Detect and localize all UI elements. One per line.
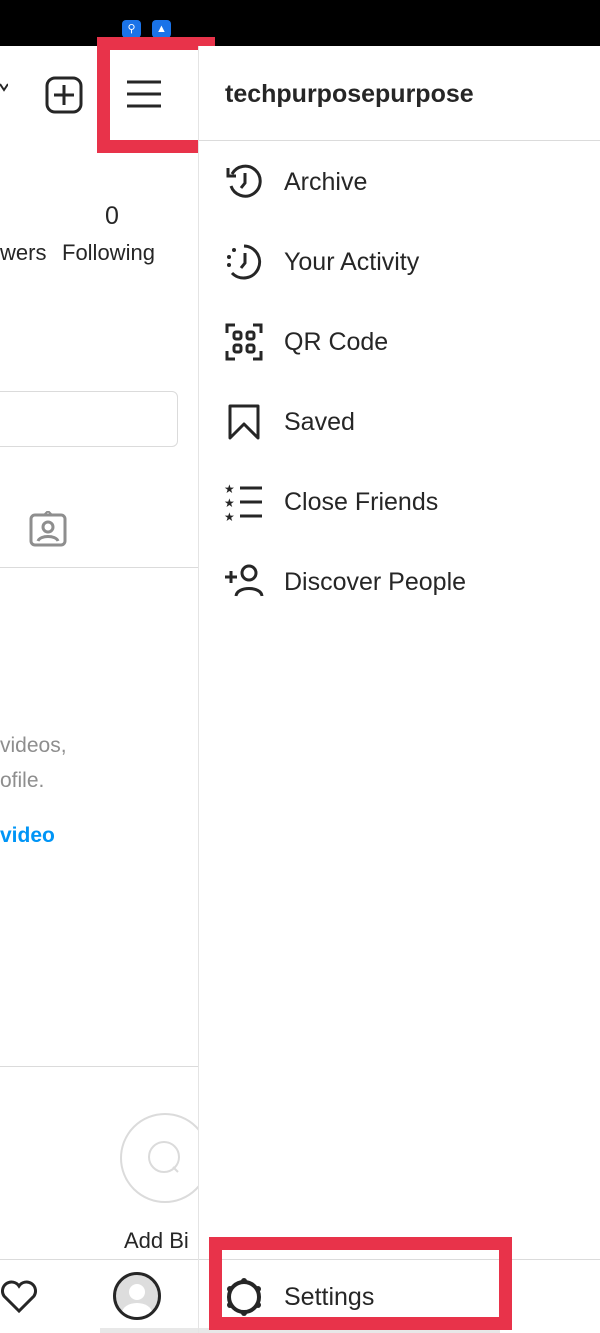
menu-item-label: Your Activity	[284, 247, 420, 276]
add-person-icon	[225, 564, 264, 597]
menu-item-your-activity[interactable]: Your Activity	[210, 227, 600, 297]
dropdown-chevron-icon[interactable]	[0, 80, 9, 99]
menu-item-close-friends[interactable]: ★ ★ ★ Close Friends	[210, 467, 600, 537]
following-count: 0	[105, 202, 119, 230]
followers-label: wers	[0, 240, 47, 265]
bookmark-icon	[228, 404, 260, 440]
activity-heart-icon[interactable]	[0, 1280, 38, 1319]
menu-item-label: Discover People	[284, 567, 467, 596]
profile-avatar[interactable]	[113, 1272, 161, 1320]
usb-icon: ⚲	[122, 20, 141, 38]
tab-divider	[0, 567, 198, 568]
speech-bubble-icon	[148, 1141, 180, 1173]
drawer-username: techpurposepurpose	[225, 80, 474, 108]
archive-icon	[226, 164, 262, 198]
status-bar: ⚲ ▲	[0, 0, 600, 46]
qr-code-icon	[225, 323, 263, 361]
menu-item-label: Close Friends	[284, 487, 439, 516]
android-icon: ▲	[152, 20, 171, 38]
add-bio-circle[interactable]	[120, 1113, 210, 1203]
close-friends-icon: ★★★	[224, 482, 262, 522]
highlight-box-settings	[209, 1237, 512, 1330]
menu-item-discover-people[interactable]: Discover People	[210, 547, 600, 617]
empty-text-line2: ofile.	[0, 769, 45, 792]
menu-item-label: Archive	[284, 167, 368, 196]
svg-text:★: ★	[224, 496, 235, 510]
svg-text:★: ★	[224, 510, 235, 522]
menu-item-label: QR Code	[284, 327, 389, 356]
empty-text-line1: videos,	[0, 734, 67, 757]
menu-item-qr-code[interactable]: QR Code	[210, 307, 600, 377]
menu-item-label: Saved	[284, 407, 355, 436]
new-post-icon[interactable]	[45, 76, 83, 119]
menu-item-saved[interactable]: Saved	[210, 387, 600, 457]
menu-item-archive[interactable]: Archive	[210, 147, 600, 217]
activity-icon	[227, 244, 262, 280]
section-divider	[0, 1066, 198, 1067]
tagged-tab-icon[interactable]	[29, 509, 67, 552]
svg-text:★: ★	[224, 482, 235, 496]
following-label[interactable]: Following	[62, 240, 155, 266]
add-bio-label: Add Bi	[124, 1228, 189, 1253]
drawer-header-divider	[199, 140, 600, 141]
share-video-link[interactable]: video	[0, 824, 55, 848]
edit-profile-button[interactable]	[0, 391, 178, 447]
